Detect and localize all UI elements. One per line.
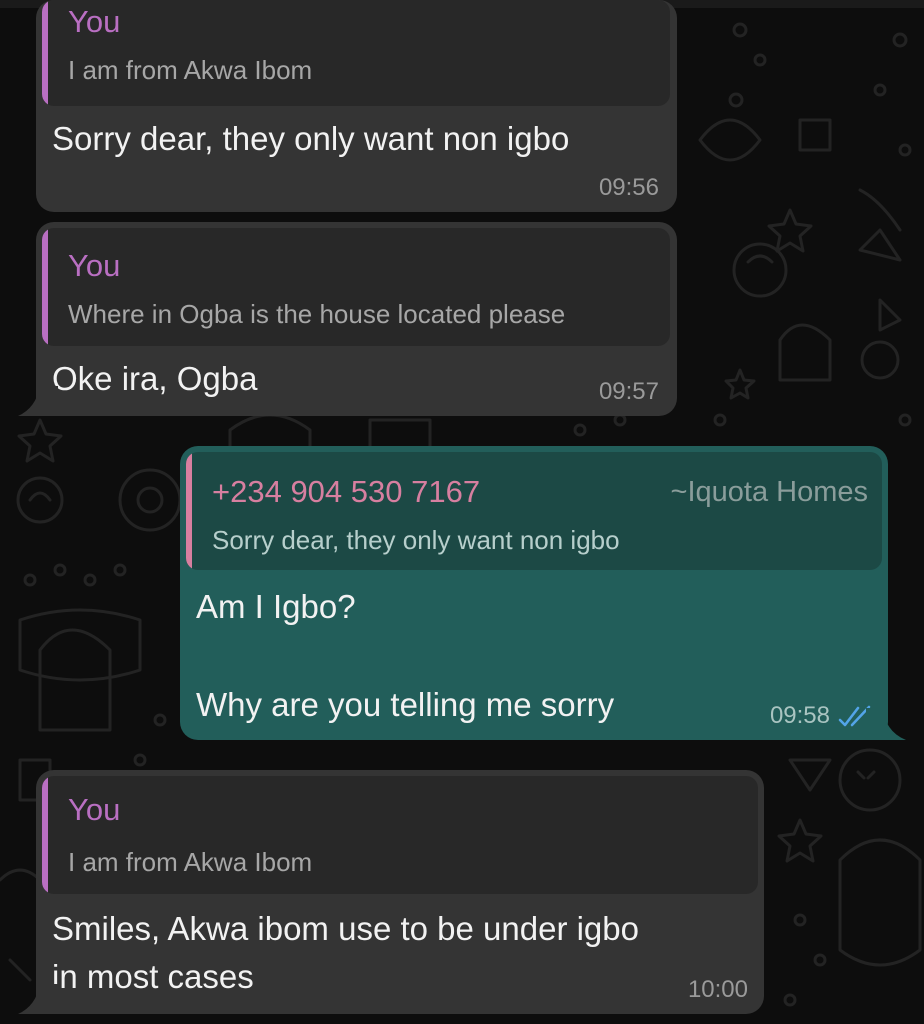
quoted-message[interactable]: +234 904 530 7167 ~Iquota Homes Sorry de… [186,452,882,570]
quote-author: You [68,248,121,283]
message-time: 09:57 [598,378,659,405]
quote-author-name: ~Iquota Homes [670,476,868,508]
message-time: 09:58 [769,702,830,729]
quote-author: You [68,792,121,827]
quote-text: I am from Akwa Ibom [68,55,313,85]
message-bubble-incoming[interactable]: You I am from Akwa Ibom Sorry dear, they… [36,0,677,212]
quote-author: +234 904 530 7167 [212,474,481,509]
message-bubble-outgoing[interactable]: +234 904 530 7167 ~Iquota Homes Sorry de… [180,446,888,740]
quote-text: I am from Akwa Ibom [68,847,313,877]
quote-text: Sorry dear, they only want non igbo [212,525,620,555]
quote-bar [186,452,192,570]
message-text-line: in most cases [52,958,254,995]
quote-bar [42,776,48,894]
quoted-message[interactable]: You Where in Ogba is the house located p… [42,228,670,346]
message-bubble-incoming[interactable]: You I am from Akwa Ibom Smiles, Akwa ibo… [36,770,764,1014]
quote-bar [42,0,48,106]
message-time: 09:56 [598,174,659,201]
bubble-tail [18,386,58,416]
quoted-message[interactable]: You I am from Akwa Ibom [42,776,758,894]
quoted-message[interactable]: You I am from Akwa Ibom [42,0,670,106]
quote-author: You [68,4,121,39]
message-bubble-incoming[interactable]: You Where in Ogba is the house located p… [36,222,677,416]
message-text: Sorry dear, they only want non igbo [52,120,570,157]
message-time: 10:00 [687,976,748,1003]
message-text-line: Am I Igbo? [196,588,356,625]
quote-bar [42,228,48,346]
bubble-tail [866,708,906,740]
chat-screen: You I am from Akwa Ibom Sorry dear, they… [0,0,924,1024]
message-text-line: Why are you telling me sorry [196,686,615,723]
bubble-tail [18,984,58,1014]
quote-text: Where in Ogba is the house located pleas… [68,299,566,329]
message-text-line: Smiles, Akwa ibom use to be under igbo [52,910,639,947]
message-text: Oke ira, Ogba [52,360,258,397]
